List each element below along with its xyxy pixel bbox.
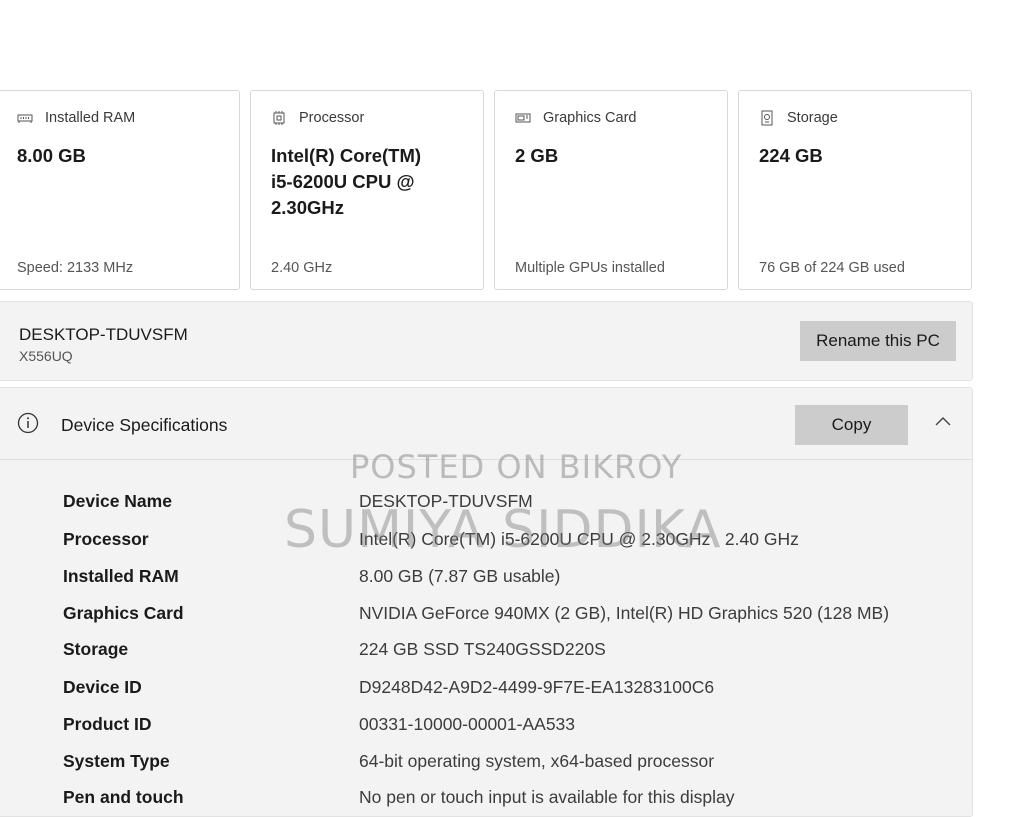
spec-key: Device ID [63,677,142,697]
spec-key: Installed RAM [63,566,179,586]
spec-value: 00331-10000-00001-AA533 [359,714,576,734]
spec-value: Intel(R) Core(TM) i5-6200U CPU @ 2.30GHz… [359,529,799,549]
card-value: Intel(R) Core(TM) i5-6200U CPU @ 2.30GHz [271,145,422,218]
processor-icon [273,111,285,125]
card-value: 8.00 GB [17,145,86,166]
spec-key: System Type [63,751,170,771]
card-header: Graphics Card [515,110,636,126]
rename-pc-button[interactable]: Rename this PC [800,321,956,361]
card-header: Storage [759,110,838,126]
card-label: Storage [787,110,838,126]
pc-name-panel: DESKTOP-TDUVSFM X556UQ Rename this PC [0,301,973,381]
spec-key: Pen and touch [63,787,184,807]
spec-value: 224 GB SSD TS240GSSD220S [359,639,606,659]
pc-name: DESKTOP-TDUVSFM [19,325,188,344]
card-label: Installed RAM [45,110,136,126]
copy-button[interactable]: Copy [795,405,908,445]
storage-icon [761,110,773,126]
info-icon [17,412,39,434]
pc-model: X556UQ [19,348,73,364]
spec-value: NVIDIA GeForce 940MX (2 GB), Intel(R) HD… [359,603,890,623]
device-specifications-title: Device Specifications [61,415,228,435]
card-footnote: 76 GB of 224 GB used [759,260,905,276]
chevron-up-icon[interactable] [934,415,952,427]
spec-key: Device Name [63,491,172,511]
spec-key: Storage [63,639,129,659]
card-processor: Processor Intel(R) Core(TM) i5-6200U CPU… [250,90,484,290]
ram-icon [17,114,33,123]
spec-value: 8.00 GB (7.87 GB usable) [359,566,561,586]
card-footnote: Multiple GPUs installed [515,260,665,276]
graphics-card-icon [515,113,531,123]
spec-value: No pen or touch input is available for t… [359,787,735,807]
card-label: Graphics Card [543,110,637,126]
spec-key: Graphics Card [63,603,184,623]
card-value: 2 GB [515,145,559,166]
device-specifications-header[interactable]: Device Specifications Copy [0,388,972,460]
spec-value: D9248D42-A9D2-4499-9F7E-EA13283100C6 [359,677,715,697]
spec-key: Product ID [63,714,152,734]
card-footnote: 2.40 GHz [271,260,333,276]
card-value: 224 GB [759,145,823,166]
card-storage: Storage 224 GB 76 GB of 224 GB used [738,90,972,290]
card-installed-ram: Installed RAM 8.00 GB Speed: 2133 MHz [0,90,240,290]
spec-value: 64-bit operating system, x64-based proce… [359,751,715,771]
card-graphics: Graphics Card 2 GB Multiple GPUs install… [494,90,728,290]
card-label: Processor [299,110,365,126]
spec-value: DESKTOP-TDUVSFM [359,491,533,511]
card-header: Processor [271,110,364,126]
card-header: Installed RAM [17,110,135,126]
card-footnote: Speed: 2133 MHz [17,260,134,276]
spec-key: Processor [63,529,149,549]
